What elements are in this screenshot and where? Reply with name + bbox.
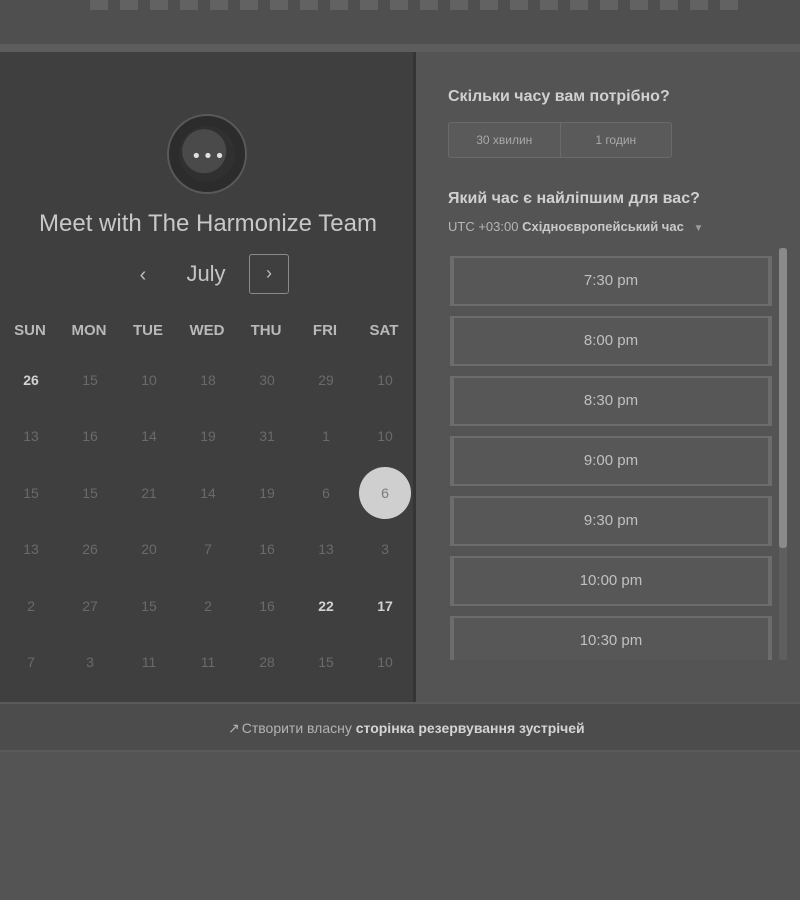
calendar-day[interactable]: 22 [300,580,352,632]
calendar-day[interactable]: 16 [241,580,293,632]
calendar-day[interactable]: 15 [123,580,175,632]
time-slot[interactable]: 10:30 pm [450,616,772,660]
chat-bubble-logo-icon: ••• [167,114,247,194]
footer: ↗ Створити власну сторінка резервування з… [0,702,800,752]
calendar-day[interactable]: 10 [359,354,411,406]
calendar-day[interactable]: 26 [64,523,116,575]
month-navigation: ‹ July › [0,252,416,296]
calendar-day[interactable]: 13 [300,523,352,575]
calendar-day[interactable]: 13 [5,410,57,462]
calendar-day[interactable]: 2 [5,580,57,632]
time-slot-list: 7:30 pm 8:00 pm 8:30 pm 9:00 pm 9:30 pm 10:00… [450,252,772,660]
weekday-label: SUN [14,322,46,339]
calendar-day[interactable]: 13 [5,523,57,575]
calendar-day[interactable]: 11 [182,636,234,688]
calendar-day[interactable]: 2 [182,580,234,632]
calendar-day[interactable]: 6 [300,467,352,519]
calendar-day[interactable]: 15 [300,636,352,688]
caret-down-icon: ▼ [693,223,704,234]
calendar-day[interactable]: 29 [300,354,352,406]
scrollbar-thumb[interactable] [779,248,787,548]
calendar-day[interactable]: 16 [64,410,116,462]
weekday-label: FRI [312,322,338,339]
calendar-day[interactable]: 31 [241,410,293,462]
calendar-day[interactable]: 26 [5,354,57,406]
month-label: July [186,261,226,286]
duration-question: Скільки часу вам потрібно? [448,88,670,105]
time-slot[interactable]: 9:30 pm [450,496,772,546]
footer-prefix: Створити власну [241,720,352,736]
calendar-panel: ••• Meet with The Harmonize Team ‹ July … [0,52,416,702]
page-title: Meet with The Harmonize Team [39,210,377,237]
time-slot[interactable]: 8:30 pm [450,376,772,426]
calendar-day[interactable]: 18 [182,354,234,406]
chevron-left-icon[interactable]: ‹ [128,260,158,290]
calendar-day[interactable]: 28 [241,636,293,688]
calendar-day[interactable]: 10 [123,354,175,406]
weekday-label: SAT [369,322,399,339]
calendar-day[interactable]: 11 [123,636,175,688]
calendar-day[interactable]: 16 [241,523,293,575]
time-slot[interactable]: 7:30 pm [450,256,772,306]
calendar-day[interactable]: 3 [359,523,411,575]
calendar-day[interactable]: 14 [123,410,175,462]
footer-link-text[interactable]: сторінка резервування зустрічей [356,720,585,736]
calendar-day[interactable]: 21 [123,467,175,519]
weekday-label: TUE [133,322,163,339]
timezone-selector[interactable]: UTC +03:00 Східноєвропейський час ▼ [448,219,703,234]
calendar-day[interactable]: 7 [5,636,57,688]
duration-selector: 30 хвилин 1 годин [448,122,672,158]
calendar-day[interactable]: 30 [241,354,293,406]
calendar-day[interactable]: 15 [5,467,57,519]
calendar-day[interactable]: 15 [64,354,116,406]
selected-day[interactable]: 6 [359,467,411,519]
calendar-day[interactable]: 3 [64,636,116,688]
time-slot[interactable]: 9:00 pm [450,436,772,486]
weekday-header: SUN MON TUE WED THU FRI SAT [0,322,416,342]
time-question: Який час є найліпшим для вас? [448,190,700,207]
divider [0,44,800,52]
duration-option-1hour[interactable]: 1 годин [559,123,672,157]
weekday-label: THU [250,322,282,339]
top-banner [0,0,800,44]
calendar-day[interactable]: 14 [182,467,234,519]
duration-option-30min[interactable]: 30 хвилин [449,123,560,157]
calendar-day[interactable]: 10 [359,636,411,688]
calendar-day[interactable]: 19 [241,467,293,519]
calendar-day[interactable]: 7 [182,523,234,575]
calendar-day[interactable]: 1 [300,410,352,462]
footer-link[interactable]: ↗ Створити власну сторінка резервування з… [228,720,585,737]
time-slot[interactable]: 10:00 pm [450,556,772,606]
calendar-day[interactable]: 10 [359,410,411,462]
time-slot[interactable]: 8:00 pm [450,316,772,366]
booking-panel: Скільки часу вам потрібно? 30 хвилин 1 г… [420,52,800,702]
scrollbar[interactable] [779,248,787,660]
timezone-name: Східноєвропейський час [522,219,684,234]
calendar-day[interactable]: 15 [64,467,116,519]
calendar-day[interactable]: 20 [123,523,175,575]
weekday-label: MON [71,322,107,339]
calendar-day[interactable]: 27 [64,580,116,632]
timezone-offset: UTC +03:00 [448,219,519,234]
calendar-day[interactable]: 19 [182,410,234,462]
calendar-day[interactable]: 17 [359,580,411,632]
sparkle-icon: ↗ [228,720,240,736]
weekday-label: WED [189,322,225,339]
banner-art [90,0,750,10]
chevron-right-icon[interactable]: › [249,254,289,294]
